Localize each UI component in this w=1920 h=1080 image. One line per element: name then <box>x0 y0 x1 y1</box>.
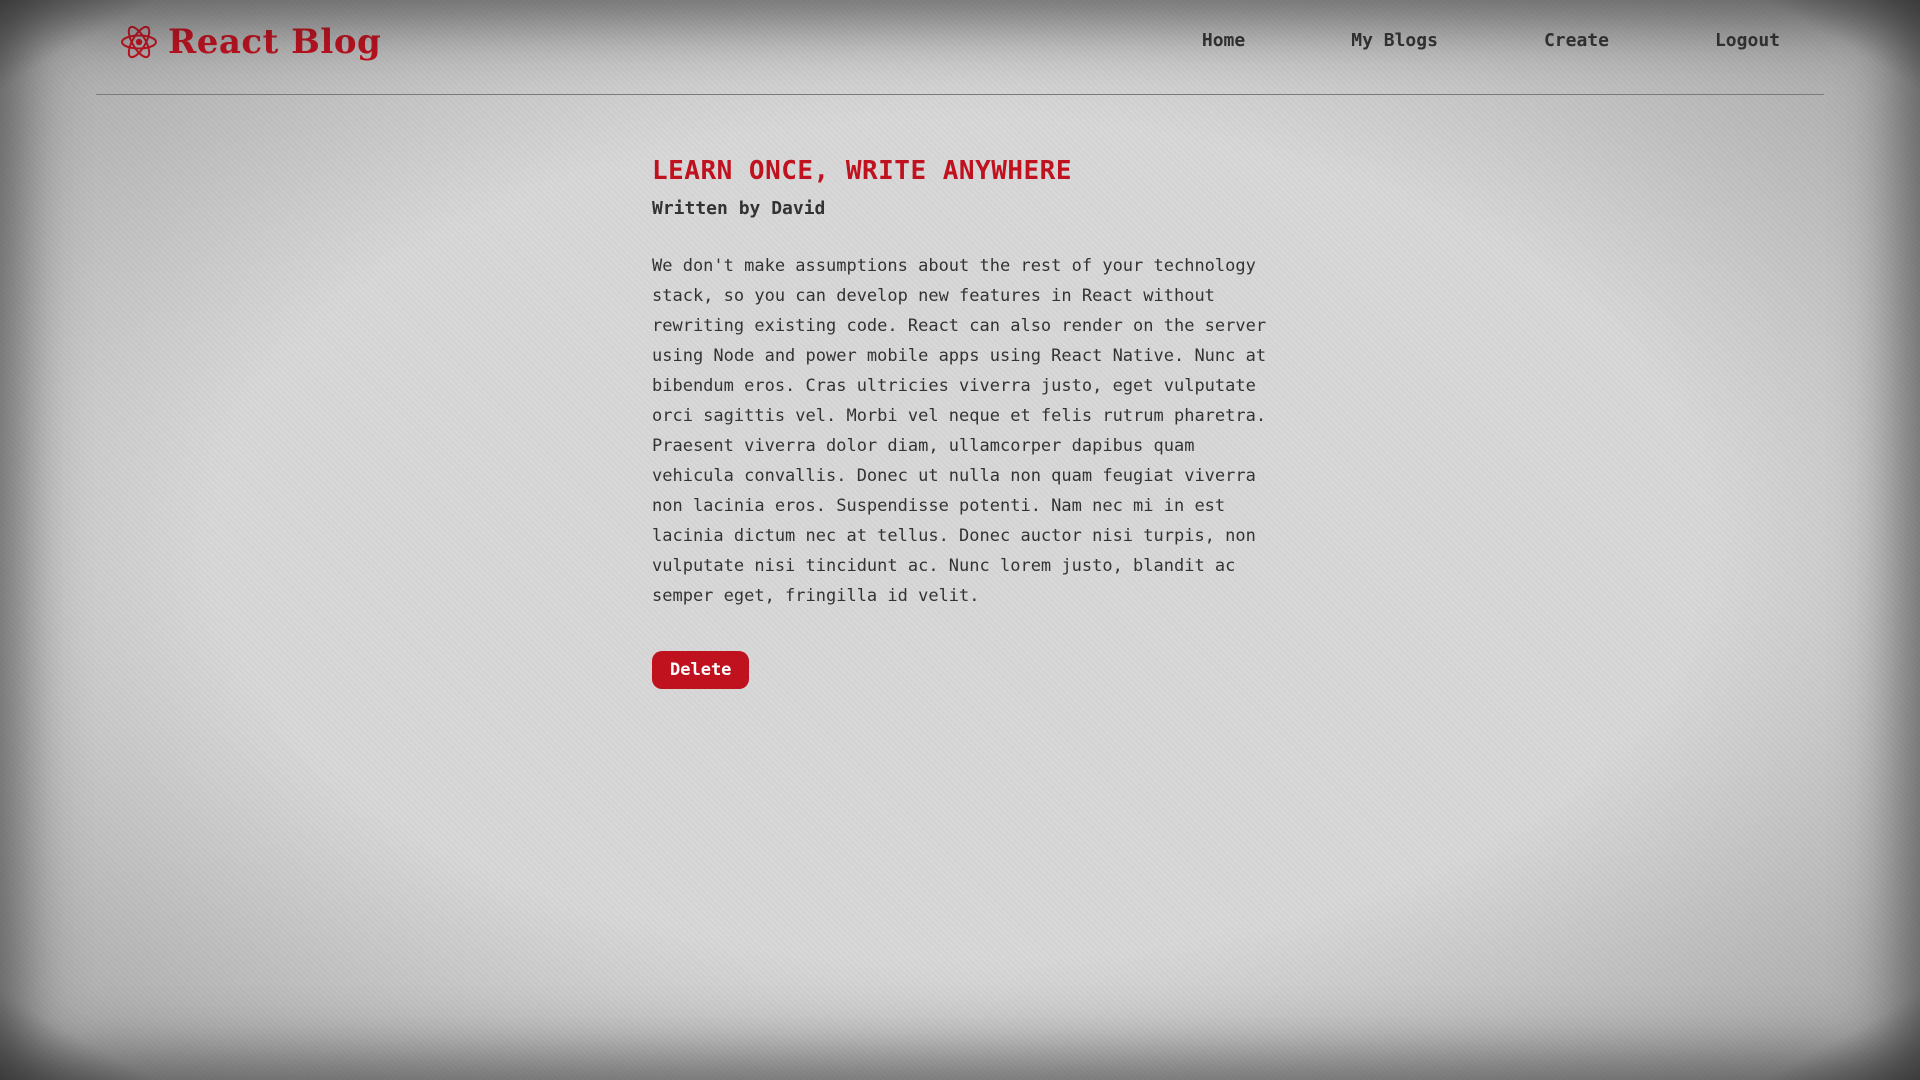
navbar: React Blog Home My Blogs Create Logout <box>96 0 1824 95</box>
article-title: LEARN ONCE, WRITE ANYWHERE <box>652 156 1072 186</box>
react-atom-icon <box>120 23 158 61</box>
nav-links: Home My Blogs Create Logout <box>1202 30 1780 51</box>
article-body: We don't make assumptions about the rest… <box>652 256 1267 606</box>
delete-button[interactable]: Delete <box>652 651 750 689</box>
article-author: Written by David <box>652 198 826 219</box>
blog-article: LEARN ONCE, WRITE ANYWHERE Written by Da… <box>652 156 1272 689</box>
brand-title: React Blog <box>168 22 382 62</box>
nav-create-link[interactable]: Create <box>1544 30 1609 51</box>
nav-home-link[interactable]: Home <box>1202 30 1245 51</box>
nav-my-blogs-link[interactable]: My Blogs <box>1351 30 1438 51</box>
brand-link[interactable]: React Blog <box>120 22 381 62</box>
page: React Blog Home My Blogs Create Logout L… <box>0 0 1920 1080</box>
nav-logout-link[interactable]: Logout <box>1715 30 1780 51</box>
